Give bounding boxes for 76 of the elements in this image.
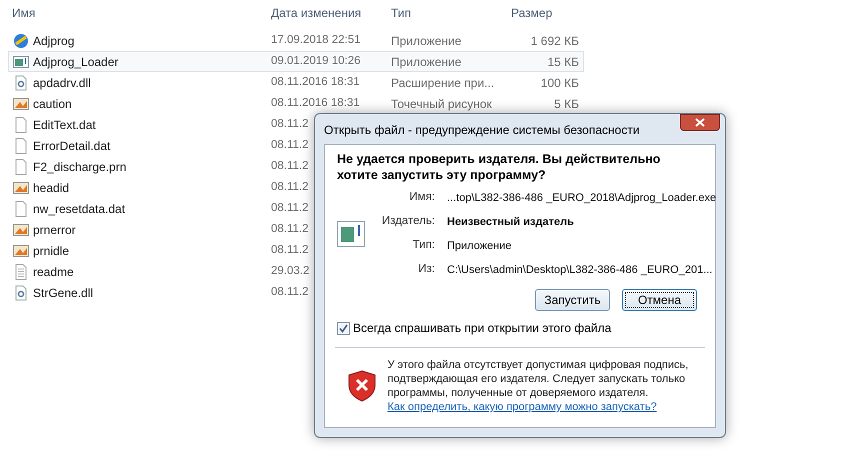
file-date: 08.11.2016 18:31	[271, 96, 360, 111]
field-value: ...top\L382-386-486 _EURO_2018\Adjprog_Loader.exe	[447, 190, 716, 206]
picture-icon	[13, 242, 29, 258]
file-size: 5 КБ	[553, 96, 579, 112]
file-date: 09.01.2019 10:26	[271, 54, 361, 69]
app-icon	[13, 32, 29, 48]
close-button[interactable]	[680, 114, 720, 131]
file-name: nw_resetdata.dat	[33, 200, 126, 218]
file-name: apdadrv.dll	[33, 74, 92, 92]
checkbox[interactable]	[337, 322, 350, 334]
dialog-button[interactable]: Запустить	[535, 289, 610, 311]
column-header[interactable]: Имя	[12, 4, 271, 22]
file-size: 1 692 КБ	[530, 32, 579, 50]
file-date: 08.11.2016 18:31	[271, 74, 360, 90]
file-icon	[13, 200, 29, 216]
checkbox-label: Всегда спрашивать при открытии этого файла	[353, 320, 612, 337]
file-size: 15 КБ	[546, 54, 579, 70]
picture-icon	[13, 180, 29, 196]
dialog-title: Открыть файл - предупреждение системы безопасности	[324, 122, 640, 139]
file-date: 08.11.2	[271, 200, 309, 216]
dialog-button[interactable]: Отмена	[622, 289, 697, 311]
file-name: readme	[33, 264, 75, 280]
file-row[interactable]: Adjprog 17.09.2018 22:51 Приложение 1 692 КБ	[8, 30, 584, 51]
file-date: 29.03.2	[271, 264, 310, 279]
file-icon	[13, 116, 29, 132]
file-name: caution	[33, 96, 73, 112]
file-date: 08.11.2	[271, 242, 309, 258]
field-label: Издатель:	[380, 214, 436, 230]
help-link[interactable]: Как определить, какую программу можно запускать?	[387, 401, 657, 413]
picture-icon	[13, 222, 29, 238]
dialog-heading: Не удается проверить издателя. Вы действительно хотите запустить эту программу?	[337, 151, 662, 183]
file-icon	[13, 138, 29, 154]
field-label: Из:	[417, 262, 436, 278]
file-date: 08.11.2	[271, 158, 309, 174]
file-type: Расширение при...	[391, 74, 496, 92]
file-name: EditText.dat	[33, 116, 97, 134]
checkmark-icon	[339, 324, 348, 332]
file-name: F2_discharge.prn	[33, 158, 128, 176]
field-value: C:\Users\admin\Desktop\L382-386-486 _EURO_201...	[447, 262, 712, 278]
file-name: Adjprog	[33, 32, 76, 50]
file-type: Приложение	[391, 54, 462, 70]
field-label: Имя:	[408, 190, 436, 206]
field-label: Тип:	[412, 238, 436, 254]
file-date: 08.11.2	[271, 284, 309, 300]
file-date: 08.11.2	[271, 138, 309, 153]
file-icon	[13, 158, 29, 174]
column-header[interactable]: Размер	[511, 4, 591, 22]
file-name: StrGene.dll	[33, 284, 94, 302]
warning-text: У этого файла отсутствует допустимая цифровая подпись, подтверждающая его издателя. Следует запускать только программы, полученные от доверяемого издателя. Как определить, какую программу можно запускать?	[387, 358, 690, 414]
gear-file-icon	[13, 74, 29, 90]
file-row[interactable]: caution 08.11.2016 18:31 Точечный рисунок 5 КБ	[8, 93, 584, 114]
field-value: Приложение	[447, 238, 512, 254]
file-type: Приложение	[391, 32, 462, 50]
column-header[interactable]: Дата изменения	[271, 4, 391, 22]
file-date: 08.11.2	[271, 180, 309, 195]
column-header[interactable]: Тип	[391, 4, 511, 22]
file-name: prnerror	[33, 222, 77, 238]
close-icon	[695, 118, 705, 127]
file-name: headid	[33, 180, 70, 196]
file-row[interactable]: apdadrv.dll 08.11.2016 18:31 Расширение при... 100 КБ	[8, 72, 584, 93]
picture-icon	[13, 96, 29, 112]
file-name: prnidle	[33, 242, 70, 260]
shield-error-icon	[348, 370, 376, 402]
file-size: 100 КБ	[540, 74, 579, 92]
window-icon	[337, 221, 365, 247]
file-date: 08.11.2	[271, 222, 309, 237]
file-name: ErrorDetail.dat	[33, 138, 112, 154]
file-date: 08.11.2	[271, 116, 309, 132]
gear-file-icon	[13, 284, 29, 300]
text-file-icon	[13, 264, 29, 280]
file-row[interactable]: Adjprog_Loader 09.01.2019 10:26 Приложение 15 КБ	[8, 51, 584, 72]
file-type: Точечный рисунок	[391, 96, 493, 112]
file-name: Adjprog_Loader	[33, 54, 120, 70]
field-value: Неизвестный издатель	[447, 214, 574, 230]
window-icon	[13, 54, 29, 70]
file-date: 17.09.2018 22:51	[271, 32, 361, 48]
